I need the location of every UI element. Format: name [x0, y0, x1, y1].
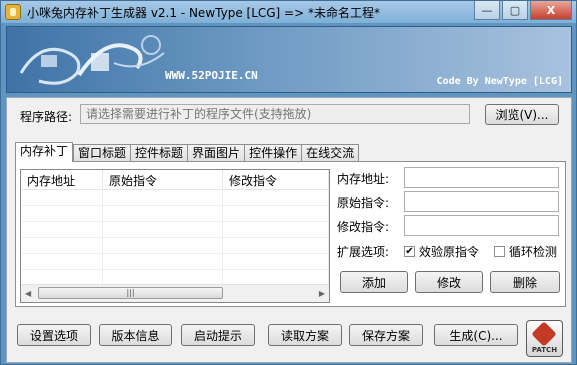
maximize-button[interactable]: ▢	[502, 1, 528, 20]
column-address[interactable]: 内存地址	[21, 170, 103, 189]
app-window: 小咪兔内存补丁生成器 v2.1 - NewType [LCG] => *未命名工…	[0, 0, 577, 365]
settings-button[interactable]: 设置选项	[17, 324, 91, 346]
title-bar[interactable]: 小咪兔内存补丁生成器 v2.1 - NewType [LCG] => *未命名工…	[1, 1, 576, 23]
tab-online-chat[interactable]: 在线交流	[301, 144, 360, 161]
window-controls: — ▢ X	[474, 1, 572, 20]
verify-check-icon[interactable]: ✔	[404, 246, 415, 257]
memory-patch-pane: 内存地址 原始指令 修改指令 ◀ ||| ▶ 内存地址: 原始指令: 修改指令:…	[15, 161, 566, 307]
original-input[interactable]	[404, 191, 559, 212]
tab-control-action[interactable]: 控件操作	[244, 144, 302, 161]
patch-label: PATCH	[531, 346, 558, 354]
loop-checkbox[interactable]: 循环检测	[494, 243, 557, 260]
tab-window-title[interactable]: 窗口标题	[73, 144, 131, 161]
load-scheme-button[interactable]: 读取方案	[268, 324, 342, 346]
main-panel: 程序路径: 浏览(V)... 内存补丁 窗口标题 控件标题 界面图片 控件操作 …	[6, 97, 572, 363]
tab-ui-image[interactable]: 界面图片	[187, 144, 245, 161]
program-path-input[interactable]	[80, 104, 470, 124]
edit-button[interactable]: 修改	[415, 271, 483, 293]
tab-memory-patch[interactable]: 内存补丁	[15, 142, 74, 162]
banner: WWW.52POJIE.CN Code By NewType [LCG]	[6, 26, 572, 93]
window-title: 小咪兔内存补丁生成器 v2.1 - NewType [LCG] => *未命名工…	[27, 6, 380, 20]
address-input[interactable]	[404, 167, 559, 188]
author-credit: Code By NewType [LCG]	[436, 76, 563, 87]
tab-control-title[interactable]: 控件标题	[130, 144, 188, 161]
scroll-right-icon[interactable]: ▶	[319, 289, 325, 298]
add-button[interactable]: 添加	[340, 271, 408, 293]
list-header: 内存地址 原始指令 修改指令	[21, 170, 329, 190]
column-modified[interactable]: 修改指令	[223, 170, 329, 189]
close-button[interactable]: X	[530, 1, 572, 20]
tab-bar: 内存补丁 窗口标题 控件标题 界面图片 控件操作 在线交流	[15, 142, 360, 162]
loop-check-box[interactable]	[494, 246, 505, 257]
original-label: 原始指令:	[337, 196, 390, 210]
generate-button[interactable]: 生成(C)...	[434, 324, 518, 346]
save-scheme-button[interactable]: 保存方案	[349, 324, 423, 346]
loop-label: 循环检测	[509, 245, 558, 259]
verify-label: 效验原指令	[419, 245, 480, 259]
patch-list[interactable]: 内存地址 原始指令 修改指令 ◀ ||| ▶	[20, 169, 330, 303]
program-path-label: 程序路径:	[20, 110, 73, 124]
scroll-left-icon[interactable]: ◀	[25, 289, 31, 298]
address-label: 内存地址:	[337, 172, 390, 186]
version-info-button[interactable]: 版本信息	[99, 324, 172, 346]
list-rows	[21, 189, 329, 285]
modified-input[interactable]	[404, 215, 559, 236]
patch-button[interactable]: PATCH	[526, 320, 563, 357]
minimize-button[interactable]: —	[474, 1, 500, 20]
patch-pen-icon	[531, 321, 557, 347]
browse-button[interactable]: 浏览(V)...	[485, 104, 559, 125]
horizontal-scrollbar[interactable]: ◀ ||| ▶	[21, 284, 329, 302]
startup-tip-button[interactable]: 启动提示	[181, 324, 255, 346]
ext-options-label: 扩展选项:	[337, 245, 390, 259]
app-rabbit-icon[interactable]	[5, 4, 21, 20]
delete-button[interactable]: 删除	[490, 271, 560, 293]
verify-checkbox[interactable]: ✔ 效验原指令	[404, 243, 479, 260]
column-original[interactable]: 原始指令	[103, 170, 223, 189]
scroll-thumb[interactable]: |||	[38, 287, 223, 299]
modified-label: 修改指令:	[337, 220, 390, 234]
website-url: WWW.52POJIE.CN	[165, 69, 258, 82]
crack-logo-icon	[19, 35, 165, 85]
